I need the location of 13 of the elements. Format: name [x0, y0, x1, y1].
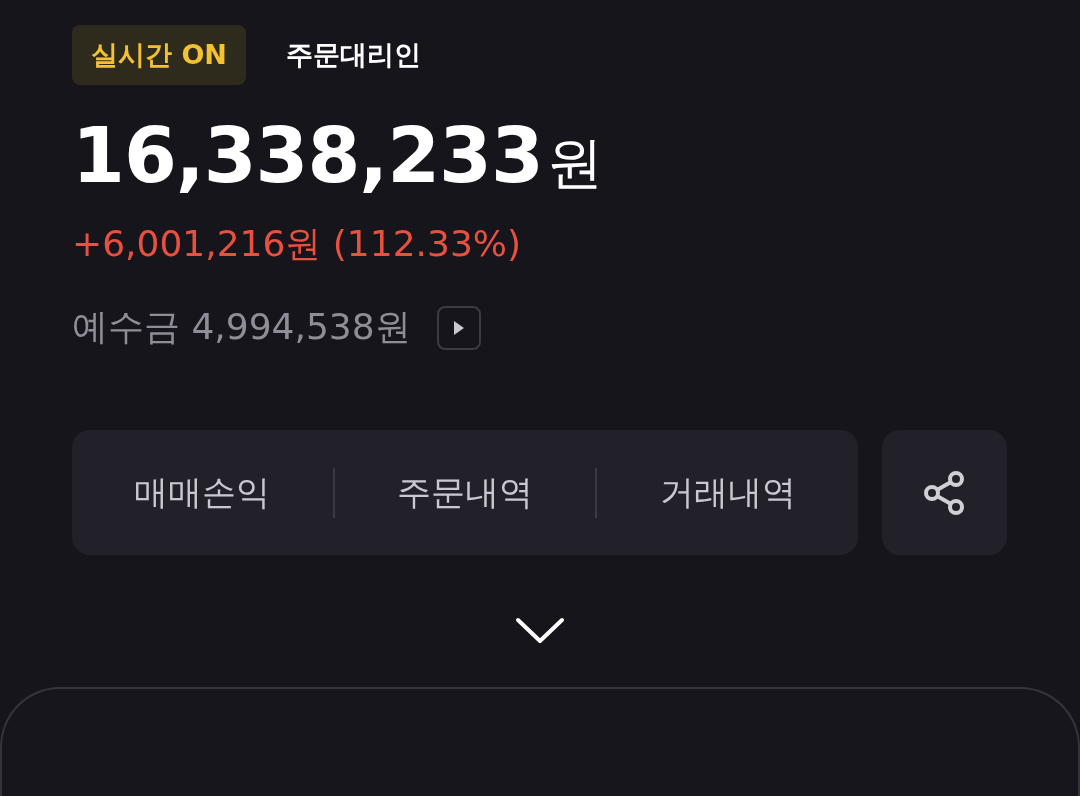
share-button[interactable] [882, 430, 1007, 555]
play-button[interactable] [436, 305, 481, 350]
action-tab[interactable]: 거래내역 [595, 467, 858, 518]
deposit-text: 예수금 4,994,538원 [72, 305, 411, 349]
balance-amount: 16,338,233 [72, 111, 543, 200]
order-agent-link[interactable]: 주문대리인 [285, 37, 421, 73]
profit-text: +6,001,216원 (112.33%) [72, 222, 523, 266]
play-icon [452, 319, 465, 336]
chevron-icon [515, 617, 565, 645]
realtime-badge[interactable]: 실시간 ON [72, 25, 246, 85]
currency-unit: 원 [546, 129, 603, 197]
action-tab[interactable]: 주문내역 [332, 467, 596, 518]
action-tab[interactable]: 매매손익 [72, 467, 333, 518]
